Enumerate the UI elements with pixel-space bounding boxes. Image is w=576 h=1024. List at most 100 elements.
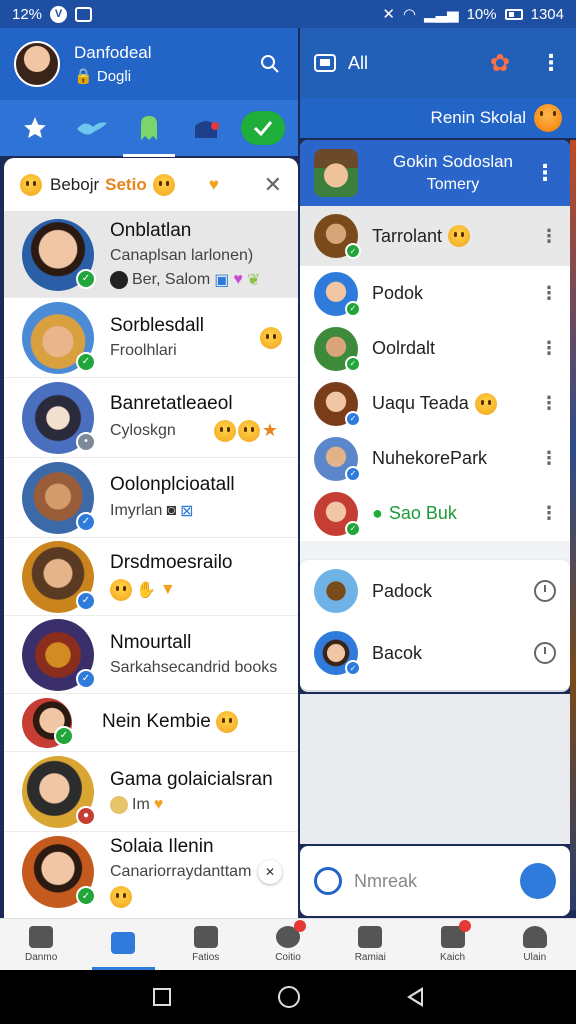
star-icon: ★ bbox=[261, 420, 278, 440]
notification-dot bbox=[458, 920, 471, 932]
search-button[interactable] bbox=[256, 50, 284, 78]
chat-avatar: ✓ bbox=[22, 697, 74, 748]
tab-groups[interactable] bbox=[122, 107, 175, 157]
messenger-icon: V bbox=[50, 5, 68, 23]
more-icon[interactable]: ⋮ bbox=[540, 448, 558, 469]
member-row[interactable]: ✓ NuhekorePark ⋮ bbox=[300, 431, 570, 486]
emoji-icon[interactable] bbox=[314, 867, 342, 895]
chat-avatar: ✓ bbox=[22, 836, 96, 908]
clock-icon[interactable] bbox=[534, 580, 556, 602]
verified-icon: ✓ bbox=[345, 243, 361, 259]
pending-row[interactable]: ✓ Bacok bbox=[300, 622, 570, 684]
group-title: Gokin Sodoslan bbox=[392, 152, 514, 171]
member-row[interactable]: ✓ ● Sao Buk ⋮ bbox=[300, 486, 570, 541]
chat-row[interactable]: ✓ Nein Kembie bbox=[4, 694, 298, 752]
more-icon[interactable]: ⋮ bbox=[540, 226, 558, 247]
heart-icon: ♥ bbox=[153, 796, 164, 813]
nav-tv[interactable]: Kaich bbox=[411, 919, 493, 970]
more-icon[interactable]: ⋮ bbox=[534, 160, 556, 186]
chat-name: Gama golaicialsran bbox=[110, 769, 273, 790]
member-row[interactable]: ✓ Uaqu Teada ⋮ bbox=[300, 376, 570, 431]
nav-photos[interactable]: Fatios bbox=[165, 919, 247, 970]
pending-members: Padock ✓ Bacok bbox=[300, 560, 570, 690]
chat-row[interactable]: • Banretatleaeol Cyloskgn ★ bbox=[4, 378, 298, 458]
tv-icon bbox=[440, 920, 471, 948]
search-icon bbox=[261, 55, 279, 73]
more-icon[interactable]: ⋮ bbox=[540, 50, 562, 76]
smiley-icon bbox=[110, 886, 132, 908]
star-icon bbox=[23, 117, 46, 138]
chat-row[interactable]: ✓ Solaia Ilenin Canariorraydanttam ✕ bbox=[4, 832, 298, 912]
member-name: Oolrdalt bbox=[372, 338, 436, 358]
more-icon[interactable]: ⋮ bbox=[540, 283, 558, 304]
chat-avatar: ✓ bbox=[22, 301, 96, 374]
avatar[interactable] bbox=[14, 41, 60, 87]
chat-name: Onblatlan bbox=[110, 219, 192, 241]
pending-row[interactable]: Padock bbox=[300, 560, 570, 622]
verified-icon: ✓ bbox=[54, 725, 74, 746]
member-avatar: ✓ bbox=[314, 381, 361, 427]
verified-icon: ✓ bbox=[345, 355, 361, 372]
verified-icon: ✓ bbox=[76, 668, 96, 689]
chat-list-title: Bebojr bbox=[50, 174, 100, 194]
nav-home[interactable]: Danmo bbox=[0, 919, 82, 970]
status-bar: 12% V ✕ ◠ ▂▃▅ 10% 1304 bbox=[0, 0, 576, 28]
leaf-icon: ❦ bbox=[246, 271, 261, 289]
verified-icon: ✓ bbox=[345, 660, 361, 676]
chat-row[interactable]: ✓ Drsdmoesrailo ✋ ▼ bbox=[4, 538, 298, 616]
verified-icon: ✓ bbox=[76, 886, 96, 906]
camera-icon bbox=[193, 926, 218, 948]
chat-list-header: Bebojr Setio ♥ ✕ bbox=[4, 158, 298, 212]
tab-done[interactable] bbox=[237, 107, 289, 149]
wifi-icon: ◠ bbox=[402, 6, 416, 23]
member-row[interactable]: ✓ Podok ⋮ bbox=[300, 266, 570, 321]
member-row[interactable]: ✓ Tarrolant ⋮ bbox=[300, 206, 570, 266]
member-row[interactable]: ✓ Oolrdalt ⋮ bbox=[300, 321, 570, 376]
close-icon[interactable]: ✕ bbox=[264, 172, 282, 198]
notification-dot bbox=[293, 920, 306, 932]
lock-icon: 🔒 bbox=[74, 68, 93, 85]
composer: Nmreak bbox=[300, 846, 570, 916]
more-icon[interactable]: ⋮ bbox=[540, 503, 558, 524]
back-button[interactable] bbox=[406, 987, 423, 1007]
inbox-icon bbox=[314, 54, 336, 72]
right-subheader: Renin Skolal bbox=[300, 98, 576, 138]
more-icon[interactable]: ⋮ bbox=[540, 338, 558, 359]
tab-birds[interactable] bbox=[66, 107, 118, 149]
chat-avatar: ✓ bbox=[22, 618, 96, 691]
clock-icon[interactable] bbox=[534, 642, 556, 664]
chat-row[interactable]: ● Gama golaicialsran Im ♥ bbox=[4, 752, 298, 832]
group-header: Gokin Sodoslan Tomery ⋮ bbox=[300, 140, 570, 206]
more-icon[interactable]: ⋮ bbox=[540, 393, 558, 414]
chat-row[interactable]: ✓ Nmourtall Sarkahsecandrid books bbox=[4, 616, 298, 694]
chat-avatar: • bbox=[22, 381, 96, 454]
tab-shop[interactable] bbox=[180, 107, 232, 149]
message-input[interactable]: Nmreak bbox=[354, 871, 417, 892]
nav-status[interactable]: Coitio bbox=[247, 919, 329, 970]
status-icon: • bbox=[76, 431, 96, 452]
smiley-icon bbox=[448, 225, 471, 247]
right-background bbox=[300, 694, 570, 844]
nav-profile[interactable]: Ulain bbox=[494, 919, 576, 970]
home-button[interactable] bbox=[277, 986, 300, 1008]
chat-avatar: ✓ bbox=[22, 461, 96, 534]
tab-favorites[interactable] bbox=[9, 107, 61, 149]
chat-row[interactable]: ✓ Sorblesdall Froolhlari bbox=[4, 298, 298, 378]
chat-list-panel: Bebojr Setio ♥ ✕ ✓ Onblatlan Canaplsan l… bbox=[4, 158, 298, 918]
verified-icon: ✓ bbox=[345, 410, 361, 427]
send-button[interactable] bbox=[520, 863, 556, 899]
verified-icon: ✓ bbox=[76, 268, 96, 289]
left-header: Danfodeal 🔒 Dogli bbox=[0, 28, 298, 100]
smiley-icon bbox=[20, 173, 42, 196]
chat-preview: Canaplsan larlonen) bbox=[110, 246, 254, 264]
dismiss-button[interactable]: ✕ bbox=[258, 860, 282, 884]
nav-hat[interactable]: Ramiai bbox=[329, 919, 411, 970]
chat-row[interactable]: ✓ Onblatlan Canaplsan larlonen) Ber, Sal… bbox=[4, 212, 298, 298]
flower-icon[interactable]: ✿ bbox=[490, 49, 510, 78]
chat-name: Solaia Ilenin bbox=[110, 836, 214, 857]
profile-name: Danfodeal bbox=[74, 43, 152, 62]
chat-row[interactable]: ✓ Oolonplcioatall Imyrlan ◙ ⊠ bbox=[4, 458, 298, 538]
nav-chats[interactable] bbox=[82, 919, 164, 970]
chat-icon bbox=[111, 931, 136, 954]
recents-button[interactable] bbox=[153, 988, 172, 1006]
